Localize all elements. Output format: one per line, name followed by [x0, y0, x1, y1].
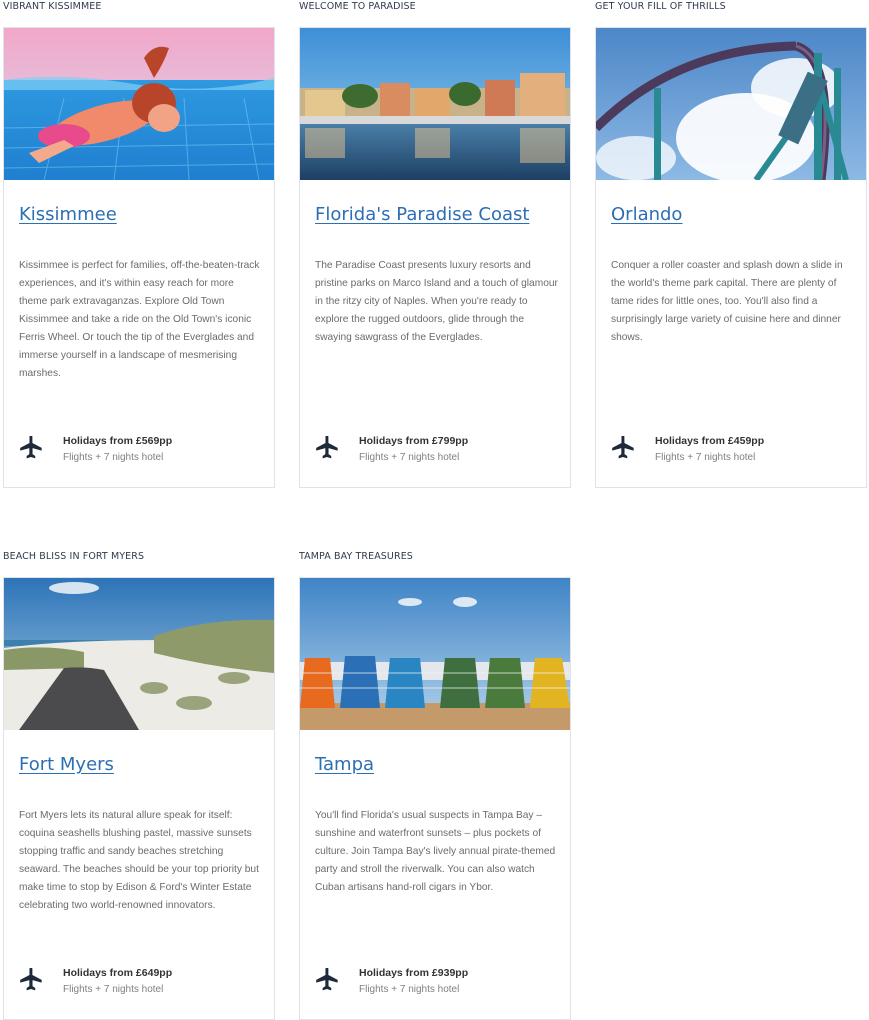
- card-title-link[interactable]: Kissimmee: [19, 204, 117, 225]
- card-description: You'll find Florida's usual suspects in …: [315, 810, 556, 893]
- price-detail: Flights + 7 nights hotel: [655, 452, 756, 463]
- card-description: Kissimmee is perfect for families, off-t…: [19, 260, 260, 379]
- price-detail: Flights + 7 nights hotel: [63, 984, 164, 995]
- card-eyebrow: BEACH BLISS IN FORT MYERS: [3, 551, 145, 562]
- price-detail: Flights + 7 nights hotel: [63, 452, 164, 463]
- card-photo-harbour[interactable]: [300, 28, 570, 180]
- card-title-link[interactable]: Tampa: [315, 754, 374, 775]
- card-body: Fort Myers Fort Myers lets its natural a…: [3, 577, 275, 1020]
- card-description: Conquer a roller coaster and splash down…: [611, 260, 843, 343]
- card-tampa: TAMPA BAY TREASURES Tampa You'll find Fl…: [299, 550, 571, 1020]
- card-title-link[interactable]: Fort Myers: [19, 754, 114, 775]
- card-body: Florida's Paradise Coast The Paradise Co…: [299, 27, 571, 488]
- price-label: Holidays from £799pp: [359, 435, 469, 447]
- price-label: Holidays from £459pp: [655, 435, 765, 447]
- card-photo-rollercoaster[interactable]: [596, 28, 866, 180]
- card-paradise-coast: WELCOME TO PARADISE Florida's Paradise C…: [299, 0, 571, 488]
- price-detail: Flights + 7 nights hotel: [359, 984, 460, 995]
- card-eyebrow: VIBRANT KISSIMMEE: [3, 1, 102, 12]
- card-photo-chairs[interactable]: [300, 578, 570, 730]
- airplane-icon: [315, 436, 341, 462]
- card-eyebrow: GET YOUR FILL OF THRILLS: [595, 1, 726, 12]
- card-body: Orlando Conquer a roller coaster and spl…: [595, 27, 867, 488]
- card-description: The Paradise Coast presents luxury resor…: [315, 260, 558, 343]
- card-title-link[interactable]: Orlando: [611, 204, 682, 225]
- card-orlando: GET YOUR FILL OF THRILLS Orlando Conquer…: [595, 0, 867, 488]
- card-eyebrow: WELCOME TO PARADISE: [299, 1, 416, 12]
- card-fort-myers: BEACH BLISS IN FORT MYERS Fort Myers For…: [3, 550, 275, 1020]
- card-description: Fort Myers lets its natural allure speak…: [19, 810, 259, 911]
- card-photo-beach-path[interactable]: [4, 578, 274, 730]
- airplane-icon: [315, 968, 341, 994]
- airplane-icon: [19, 968, 45, 994]
- airplane-icon: [611, 436, 637, 462]
- card-body: Tampa You'll find Florida's usual suspec…: [299, 577, 571, 1020]
- price-label: Holidays from £649pp: [63, 967, 173, 979]
- card-title-link[interactable]: Florida's Paradise Coast: [315, 204, 529, 225]
- card-photo-swimmer[interactable]: [4, 28, 274, 180]
- card-eyebrow: TAMPA BAY TREASURES: [299, 551, 413, 562]
- price-detail: Flights + 7 nights hotel: [359, 452, 460, 463]
- price-label: Holidays from £569pp: [63, 435, 173, 447]
- price-label: Holidays from £939pp: [359, 967, 469, 979]
- card-body: Kissimmee Kissimmee is perfect for famil…: [3, 27, 275, 488]
- card-kissimmee: VIBRANT KISSIMMEE Kissimmee Kissimmee is…: [3, 0, 275, 488]
- airplane-icon: [19, 436, 45, 462]
